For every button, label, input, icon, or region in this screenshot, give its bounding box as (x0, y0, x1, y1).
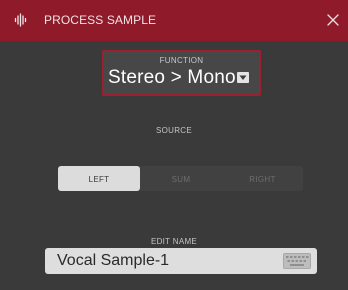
waveform-icon (14, 13, 28, 27)
name-field-value: Vocal Sample-1 (57, 252, 170, 269)
source-label: SOURCE (155, 126, 193, 135)
source-segmented-control: LEFT SUM RIGHT (58, 166, 303, 191)
close-icon[interactable] (324, 11, 342, 29)
function-value: Stereo > Mono (108, 67, 236, 88)
source-option-left[interactable]: LEFT (58, 166, 140, 191)
function-label: FUNCTION (159, 56, 204, 65)
source-option-sum[interactable]: SUM (140, 166, 222, 191)
source-option-right[interactable]: RIGHT (222, 166, 303, 191)
name-field[interactable]: Vocal Sample-1 (45, 248, 317, 274)
edit-name-label: EDIT NAME (150, 237, 198, 246)
function-selector[interactable]: FUNCTION Stereo > Mono (102, 50, 261, 96)
dropdown-arrow-icon[interactable] (237, 72, 249, 83)
dialog-title: PROCESS SAMPLE (44, 13, 157, 27)
process-sample-dialog: PROCESS SAMPLE FUNCTION Stereo > Mono SO… (0, 0, 348, 290)
title-bar: PROCESS SAMPLE (0, 0, 348, 41)
keyboard-icon[interactable] (283, 253, 311, 269)
